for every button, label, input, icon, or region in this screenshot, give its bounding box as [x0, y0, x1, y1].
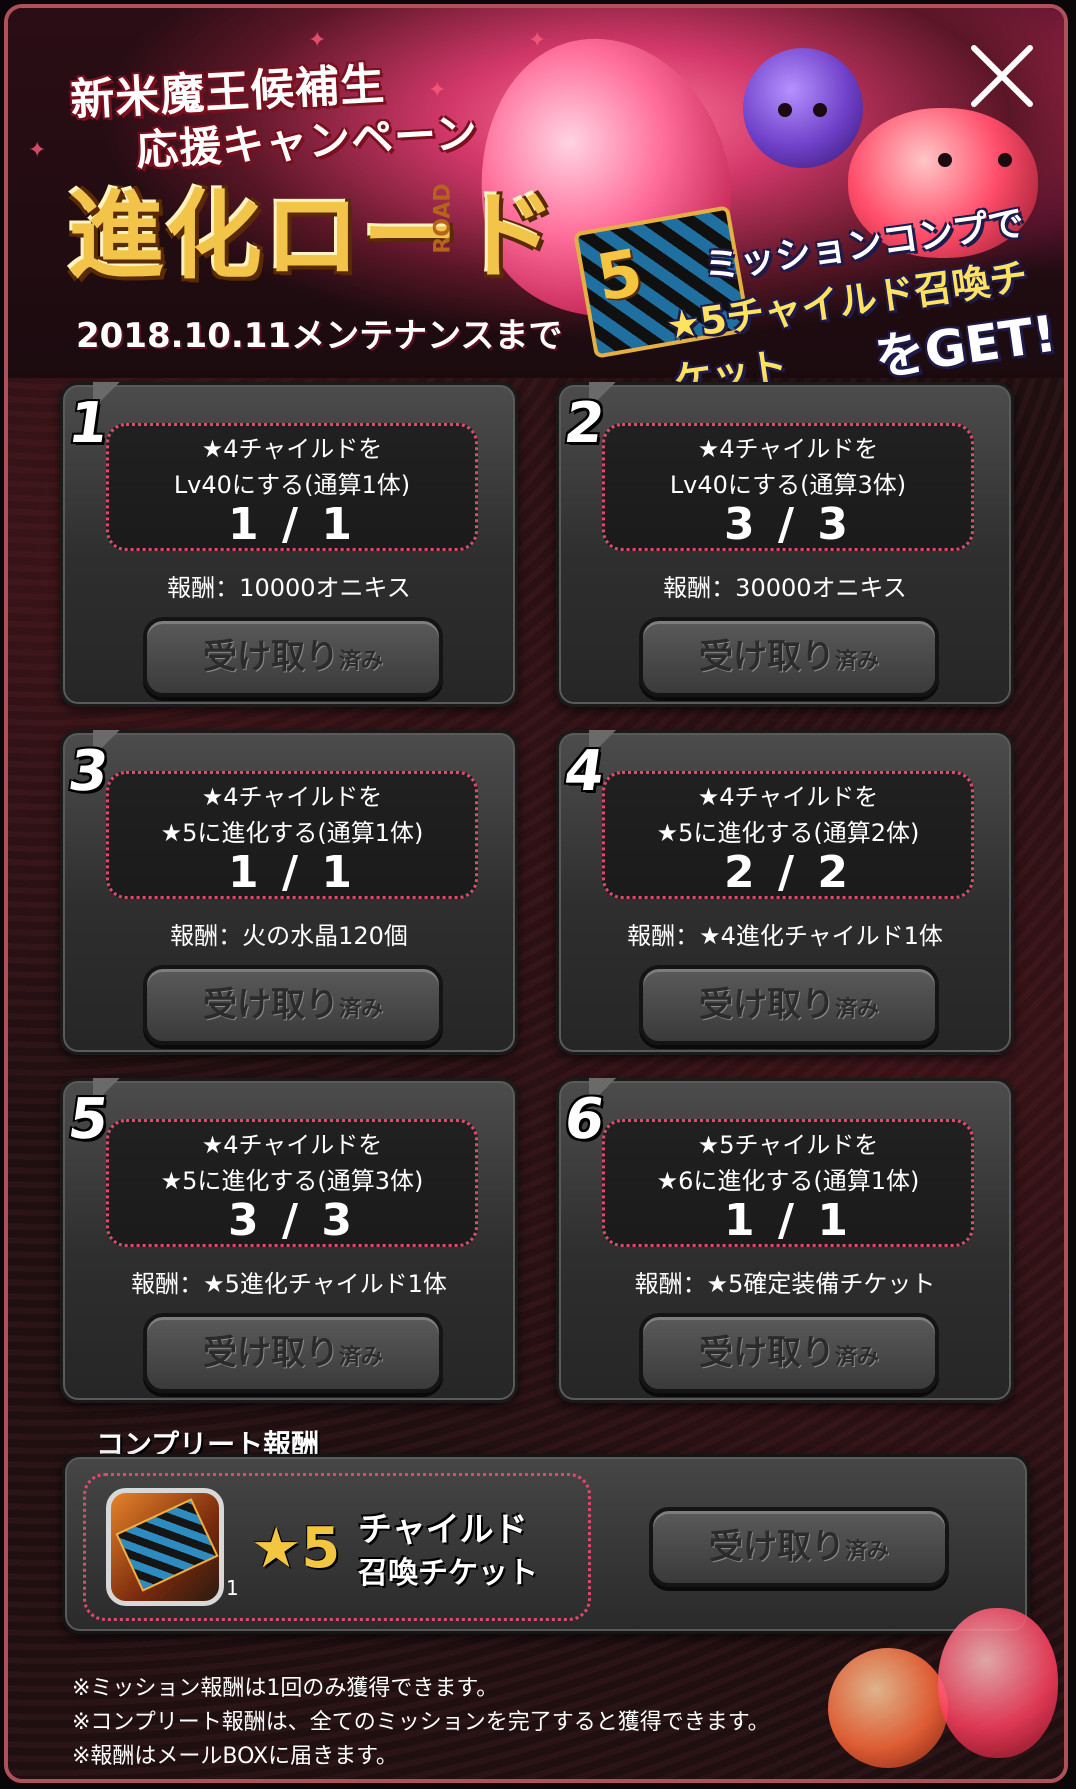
note-text: ※コンプリート報酬は、全てのミッションを完了すると獲得できます。: [72, 1710, 770, 1735]
campaign-date: 2018.10.11メンテナンスまで: [76, 316, 563, 356]
mission-reward: 報酬：★4進化チャイルド1体: [627, 922, 943, 950]
mission-dialog: ✦ ✦ ✦ ✦ ✦ 新米魔王候補生 応援キャンペーン 進化ロード ROAD 20…: [4, 4, 1068, 1783]
ticket-stripe: [115, 1498, 219, 1592]
eye-icon: [813, 103, 827, 117]
goal-text-line1: ★4チャイルドを: [201, 783, 383, 811]
goal-text-line2: ★5に進化する(通算3体): [160, 1167, 424, 1195]
goal-text-line2: Lv40にする(通算3体): [669, 471, 907, 499]
claim-button-sublabel: 済み: [338, 997, 383, 1022]
mission-goal: ★4チャイルドを ★5に進化する(通算2体) 2 / 2: [602, 771, 974, 899]
goal-text-line1: ★4チャイルドを: [201, 435, 383, 463]
ticket-name-line2: 召喚チケット: [358, 1556, 538, 1591]
mascot-red-small-illustration: [938, 1608, 1058, 1758]
goal-text-line1: ★4チャイルドを: [201, 1131, 383, 1159]
claimed-button[interactable]: 受け取り済み: [143, 617, 443, 697]
goal-progress: 1 / 1: [228, 499, 356, 550]
campaign-banner: ✦ ✦ ✦ ✦ ✦ 新米魔王候補生 応援キャンペーン 進化ロード ROAD 20…: [8, 8, 1064, 403]
goal-text-line2: ★6に進化する(通算1体): [656, 1167, 920, 1195]
goal-progress: 3 / 3: [228, 1195, 356, 1246]
note-text: ※報酬はメールBOXに届きます。: [72, 1744, 398, 1769]
mission-card-2: 2 ★4チャイルドを Lv40にする(通算3体) 3 / 3 報酬：30000オ…: [556, 382, 1014, 707]
close-button[interactable]: [962, 36, 1042, 116]
goal-progress: 1 / 1: [724, 1195, 852, 1246]
complete-reward-panel: 1 ★5 チャイルド 召喚チケット 受け取り済み: [62, 1454, 1030, 1634]
mission-reward: 報酬：30000オニキス: [663, 574, 907, 602]
mission-goal: ★4チャイルドを ★5に進化する(通算1体) 1 / 1: [106, 771, 478, 899]
goal-progress: 3 / 3: [724, 499, 852, 550]
complete-claimed-button[interactable]: 受け取り済み: [649, 1507, 949, 1587]
claim-button-label: 受け取り: [202, 1333, 339, 1373]
ticket-rarity: ★5: [251, 1516, 341, 1581]
goal-text-line1: ★5チャイルドを: [697, 1131, 879, 1159]
mission-card-5: 5 ★4チャイルドを ★5に進化する(通算3体) 3 / 3 報酬：★5進化チャ…: [60, 1078, 518, 1403]
claim-button-sublabel: 済み: [844, 1539, 889, 1564]
claim-button-sublabel: 済み: [338, 649, 383, 674]
sparkle-icon: ✦: [28, 138, 47, 163]
mascot-purple-illustration: [743, 48, 863, 168]
claim-button-label: 受け取り: [202, 985, 339, 1025]
mission-card-3: 3 ★4チャイルドを ★5に進化する(通算1体) 1 / 1 報酬：火の水晶12…: [60, 730, 518, 1055]
note-text: ※ミッション報酬は1回のみ獲得できます。: [72, 1676, 499, 1701]
summon-ticket-icon: [106, 1488, 224, 1606]
claim-button-sublabel: 済み: [834, 649, 879, 674]
mascot-orange-illustration: [828, 1648, 948, 1768]
claim-button-label: 受け取り: [698, 1333, 835, 1373]
claimed-button[interactable]: 受け取り済み: [639, 965, 939, 1045]
sparkle-icon: ✦: [308, 28, 327, 53]
goal-text-line2: ★5に進化する(通算1体): [160, 819, 424, 847]
road-tag: ROAD: [430, 183, 456, 254]
eye-icon: [778, 103, 792, 117]
goal-text-line2: ★5に進化する(通算2体): [656, 819, 920, 847]
mission-goal: ★5チャイルドを ★6に進化する(通算1体) 1 / 1: [602, 1119, 974, 1247]
close-icon: [971, 45, 1033, 107]
mission-reward: 報酬：10000オニキス: [167, 574, 411, 602]
mission-card-1: 1 ★4チャイルドを Lv40にする(通算1体) 1 / 1 報酬：10000オ…: [60, 382, 518, 707]
sparkle-icon: ✦: [528, 28, 547, 53]
mission-card-4: 4 ★4チャイルドを ★5に進化する(通算2体) 2 / 2 報酬：★4進化チャ…: [556, 730, 1014, 1055]
eye-icon: [998, 153, 1012, 167]
goal-text-line2: Lv40にする(通算1体): [173, 471, 411, 499]
claimed-button[interactable]: 受け取り済み: [639, 617, 939, 697]
claim-button-label: 受け取り: [698, 985, 835, 1025]
claim-button-label: 受け取り: [698, 637, 835, 677]
claim-button-sublabel: 済み: [834, 1345, 879, 1370]
eye-icon: [938, 153, 952, 167]
mission-reward: 報酬：★5進化チャイルド1体: [131, 1270, 447, 1298]
sparkle-icon: ✦: [428, 78, 447, 103]
mission-reward: 報酬：★5確定装備チケット: [634, 1270, 936, 1298]
mission-reward: 報酬：火の水晶120個: [170, 922, 408, 950]
complete-reward-item: 1 ★5 チャイルド 召喚チケット: [83, 1473, 591, 1621]
ticket-number: 5: [591, 235, 648, 317]
goal-progress: 1 / 1: [228, 847, 356, 898]
claim-button-sublabel: 済み: [834, 997, 879, 1022]
mission-goal: ★4チャイルドを ★5に進化する(通算3体) 3 / 3: [106, 1119, 478, 1247]
goal-text-line1: ★4チャイルドを: [697, 435, 879, 463]
mission-goal: ★4チャイルドを Lv40にする(通算3体) 3 / 3: [602, 423, 974, 551]
ticket-name-line1: チャイルド: [358, 1510, 528, 1550]
claim-button-label: 受け取り: [202, 637, 339, 677]
campaign-title-main: 進化ロード: [68, 180, 558, 292]
goal-progress: 2 / 2: [724, 847, 852, 898]
claimed-button[interactable]: 受け取り済み: [639, 1313, 939, 1393]
mission-card-6: 6 ★5チャイルドを ★6に進化する(通算1体) 1 / 1 報酬：★5確定装備…: [556, 1078, 1014, 1403]
claim-button-sublabel: 済み: [338, 1345, 383, 1370]
mission-goal: ★4チャイルドを Lv40にする(通算1体) 1 / 1: [106, 423, 478, 551]
claimed-button[interactable]: 受け取り済み: [143, 965, 443, 1045]
claim-button-label: 受け取り: [708, 1527, 845, 1567]
ticket-count: 1: [226, 1576, 239, 1600]
goal-text-line1: ★4チャイルドを: [697, 783, 879, 811]
claimed-button[interactable]: 受け取り済み: [143, 1313, 443, 1393]
